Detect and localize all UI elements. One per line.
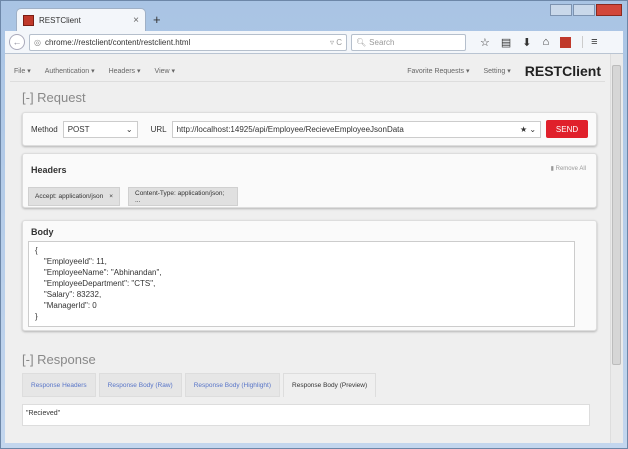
- remove-header-icon[interactable]: ×: [109, 193, 113, 200]
- download-icon[interactable]: ⬇: [522, 36, 531, 49]
- tab-title: RESTClient: [39, 16, 81, 25]
- method-select[interactable]: POST ⌄: [62, 120, 138, 138]
- scrollbar-thumb[interactable]: [612, 65, 621, 365]
- request-panel: Method POST ⌄ URL http://localhost:14925/…: [22, 112, 597, 146]
- remove-all-button[interactable]: ▮ Remove All: [551, 165, 586, 172]
- header-chip[interactable]: Content-Type: application/json; ...: [128, 187, 238, 206]
- search-input[interactable]: 🔍︎ Search: [351, 33, 466, 51]
- tab-response-body-highlight[interactable]: Response Body (Highlight): [184, 373, 281, 397]
- window-controls: [550, 4, 622, 16]
- url-bar[interactable]: ◎ chrome://restclient/content/restclient…: [29, 33, 347, 51]
- method-label: Method: [31, 124, 58, 134]
- body-textarea[interactable]: { "EmployeeId": 11, "EmployeeName": "Abh…: [28, 241, 575, 327]
- app-menu-bar: File ▾ Authentication ▾ Headers ▾ View ▾…: [10, 60, 605, 82]
- close-window-button[interactable]: [596, 4, 622, 16]
- send-button[interactable]: SEND: [546, 120, 588, 138]
- restclient-favicon-icon: [23, 15, 34, 26]
- body-panel: Body { "EmployeeId": 11, "EmployeeName":…: [22, 220, 597, 331]
- request-section-toggle[interactable]: [-] Request: [22, 90, 86, 105]
- browser-tab[interactable]: RESTClient ×: [16, 8, 146, 32]
- body-title: Body: [31, 227, 54, 237]
- response-preview: "Recieved": [22, 404, 590, 426]
- tab-response-headers[interactable]: Response Headers: [22, 373, 96, 397]
- globe-icon: ◎: [34, 37, 41, 47]
- response-tabs: Response Headers Response Body (Raw) Res…: [22, 373, 377, 397]
- menu-view[interactable]: View ▾: [155, 67, 176, 75]
- url-input[interactable]: http://localhost:14925/api/Employee/Reci…: [171, 120, 542, 138]
- trash-icon: ▮: [550, 166, 554, 172]
- tab-response-body-preview[interactable]: Response Body (Preview): [283, 373, 377, 397]
- back-icon[interactable]: ←: [9, 34, 25, 50]
- tab-response-body-raw[interactable]: Response Body (Raw): [98, 373, 182, 397]
- brand-title: RESTClient: [524, 62, 601, 79]
- nav-bar: ← ◎ chrome://restclient/content/restclie…: [5, 31, 623, 54]
- bookmark-star-icon[interactable]: ☆: [480, 36, 490, 49]
- hamburger-menu-icon[interactable]: ≡: [582, 36, 598, 48]
- home-icon[interactable]: ⌂: [543, 36, 550, 48]
- headers-title: Headers: [31, 165, 67, 175]
- search-icon: 🔍︎: [356, 37, 367, 47]
- url-label: URL: [150, 124, 167, 134]
- menu-file[interactable]: File ▾: [14, 67, 31, 75]
- address-text: chrome://restclient/content/restclient.h…: [44, 37, 191, 47]
- maximize-button[interactable]: [573, 4, 595, 16]
- menu-authentication[interactable]: Authentication ▾: [45, 67, 95, 75]
- new-tab-button[interactable]: +: [153, 12, 161, 27]
- close-tab-icon[interactable]: ×: [133, 15, 139, 26]
- minimize-button[interactable]: [550, 4, 572, 16]
- favorite-star-icon[interactable]: ★ ⌄: [520, 125, 536, 134]
- chevron-down-icon: ⌄: [125, 124, 133, 134]
- reload-icon[interactable]: ▿ C: [330, 38, 342, 47]
- response-section-toggle[interactable]: [-] Response: [22, 352, 96, 367]
- header-chip[interactable]: Accept: application/json ×: [28, 187, 121, 206]
- menu-setting[interactable]: Setting ▾: [484, 67, 511, 75]
- menu-favorite-requests[interactable]: Favorite Requests ▾: [407, 67, 469, 75]
- restclient-addon-icon[interactable]: [560, 36, 572, 48]
- headers-panel: Headers ▮ Remove All Accept: application…: [22, 153, 597, 208]
- menu-headers[interactable]: Headers ▾: [109, 67, 141, 75]
- reading-list-icon[interactable]: ▤: [501, 36, 511, 49]
